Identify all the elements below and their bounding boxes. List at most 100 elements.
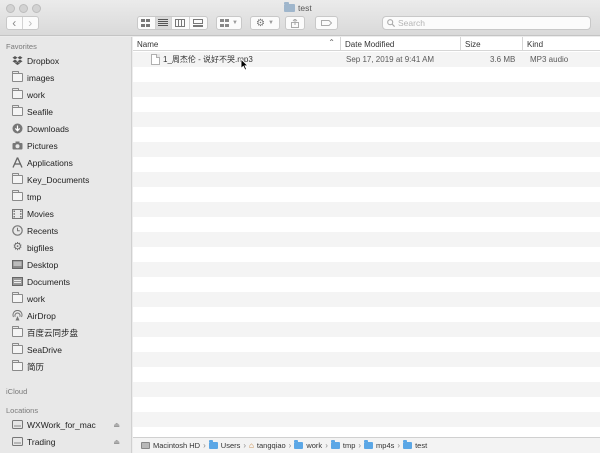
sidebar-heading-locations: Locations [6, 406, 39, 415]
forward-button[interactable]: › [23, 17, 38, 29]
window-title-text: test [298, 2, 312, 13]
folder-icon [12, 190, 23, 202]
folder-icon [12, 71, 23, 83]
minimize-window-button[interactable] [19, 4, 28, 13]
path-item-macintosh-hd[interactable]: Macintosh HD [141, 441, 200, 450]
grid-icon [141, 19, 151, 27]
sidebar-item-trading[interactable]: Trading ⏏ [12, 434, 130, 449]
column-name-label: Name [137, 39, 159, 49]
file-list: Name ⌃ Date Modified Size Kind 1_周杰伦 - 说… [133, 37, 600, 437]
sidebar-item-airdrop[interactable]: AirDrop [12, 308, 130, 323]
path-separator-chevron-icon: › [397, 441, 401, 450]
sidebar-item-label: Dropbox [27, 55, 60, 66]
sidebar-item-key-documents[interactable]: Key_Documents [12, 172, 130, 187]
airdrop-icon [12, 310, 23, 321]
sidebar-item-tmp[interactable]: tmp [12, 189, 130, 204]
table-row[interactable]: 1_周杰伦 - 说好不哭.mp3 Sep 17, 2019 at 9:41 AM… [133, 52, 600, 67]
column-header-name[interactable]: Name ⌃ [133, 37, 341, 51]
empty-row [133, 382, 600, 397]
gallery-view-button[interactable] [190, 17, 207, 29]
sidebar-item-bigfiles[interactable]: ⚙ bigfiles [12, 240, 130, 255]
group-by-button[interactable]: ▼ [216, 16, 242, 30]
path-separator-chevron-icon: › [358, 441, 362, 450]
sidebar-item-label: Movies [27, 208, 54, 219]
eject-icon[interactable]: ⏏ [113, 438, 120, 446]
magnifier-icon [387, 19, 395, 27]
zoom-window-button[interactable] [32, 4, 41, 13]
empty-row [133, 97, 600, 112]
group-icon [220, 19, 230, 27]
sidebar-item-movies[interactable]: Movies [12, 206, 130, 221]
empty-row [133, 427, 600, 437]
sidebar-item-work[interactable]: work [12, 87, 130, 102]
folder-icon [403, 440, 413, 449]
gallery-icon [193, 19, 204, 27]
share-button[interactable] [285, 16, 305, 30]
column-header-kind[interactable]: Kind [523, 37, 600, 51]
audio-file-icon [151, 52, 160, 67]
view-mode-control [137, 16, 208, 30]
column-view-button[interactable] [172, 17, 190, 29]
columns-icon [175, 19, 186, 27]
path-item-tmp[interactable]: tmp [330, 440, 355, 450]
back-button[interactable]: ‹ [7, 17, 23, 29]
sidebar-item-label: Applications [27, 157, 73, 168]
path-item-label: Macintosh HD [153, 441, 201, 450]
sidebar-item-seadrive[interactable]: SeaDrive [12, 342, 130, 357]
sidebar-item-resume[interactable]: 简历 [12, 359, 130, 374]
tag-icon [321, 20, 332, 26]
chevron-right-icon: › [28, 16, 33, 30]
sidebar-item-images[interactable]: images [12, 70, 130, 85]
chevron-down-icon: ▼ [268, 20, 274, 26]
search-input[interactable] [398, 18, 578, 28]
icon-view-button[interactable] [138, 17, 156, 29]
sidebar-item-label: 百度云同步盘 [27, 327, 79, 338]
sidebar-item-desktop[interactable]: Desktop [12, 257, 130, 272]
sidebar-item-label: Trading [27, 436, 56, 447]
path-item-tangqiao[interactable]: ⌂ tangqiao [249, 441, 286, 450]
list-view-button[interactable] [155, 17, 173, 29]
path-separator-chevron-icon: › [325, 441, 328, 450]
search-field[interactable] [382, 16, 591, 30]
sidebar-item-label: Desktop [27, 259, 59, 270]
sidebar-item-seafile[interactable]: Seafile [12, 104, 130, 119]
sidebar-item-work-2[interactable]: work [12, 291, 130, 306]
sidebar-item-pictures[interactable]: Pictures [12, 138, 130, 153]
path-item-label: Users [220, 441, 241, 450]
folder-icon [294, 440, 304, 449]
sidebar-item-wxwork-for-mac[interactable]: WXWork_for_mac ⏏ [12, 417, 130, 432]
sidebar-item-dropbox[interactable]: Dropbox [12, 53, 130, 68]
folder-icon [284, 1, 295, 12]
path-item-users[interactable]: Users [208, 440, 241, 450]
sidebar-item-label: images [27, 72, 55, 83]
sidebar-item-baidu-sync[interactable]: 百度云同步盘 [12, 325, 130, 340]
action-menu-button[interactable]: ⚙ ▼ [250, 16, 280, 30]
empty-row [133, 412, 600, 427]
folder-icon [12, 105, 23, 117]
column-header-date-modified[interactable]: Date Modified [341, 37, 461, 51]
empty-row [133, 67, 600, 82]
sidebar-item-label: Pictures [27, 140, 58, 151]
gear-icon: ⚙ [256, 17, 265, 29]
share-icon [291, 18, 299, 28]
empty-row [133, 397, 600, 412]
disk-icon [12, 419, 23, 430]
sidebar-item-recents[interactable]: Recents [12, 223, 130, 238]
eject-icon[interactable]: ⏏ [113, 421, 120, 429]
disk-icon [141, 442, 150, 449]
path-item-test[interactable]: test [403, 440, 428, 450]
column-date-label: Date Modified [345, 39, 395, 49]
column-header-size[interactable]: Size [461, 37, 523, 51]
home-icon: ⌂ [249, 440, 254, 450]
close-window-button[interactable] [6, 4, 15, 13]
path-item-work[interactable]: work [294, 440, 322, 450]
sidebar-item-applications[interactable]: Applications [12, 155, 130, 170]
sidebar-item-documents[interactable]: Documents [12, 274, 130, 289]
column-kind-label: Kind [527, 39, 544, 49]
empty-row [133, 337, 600, 352]
path-item-label: test [415, 441, 428, 450]
empty-row [133, 352, 600, 367]
path-item-mp4s[interactable]: mp4s [364, 440, 394, 450]
edit-tags-button[interactable] [315, 16, 338, 30]
sidebar-item-downloads[interactable]: Downloads [12, 121, 130, 136]
